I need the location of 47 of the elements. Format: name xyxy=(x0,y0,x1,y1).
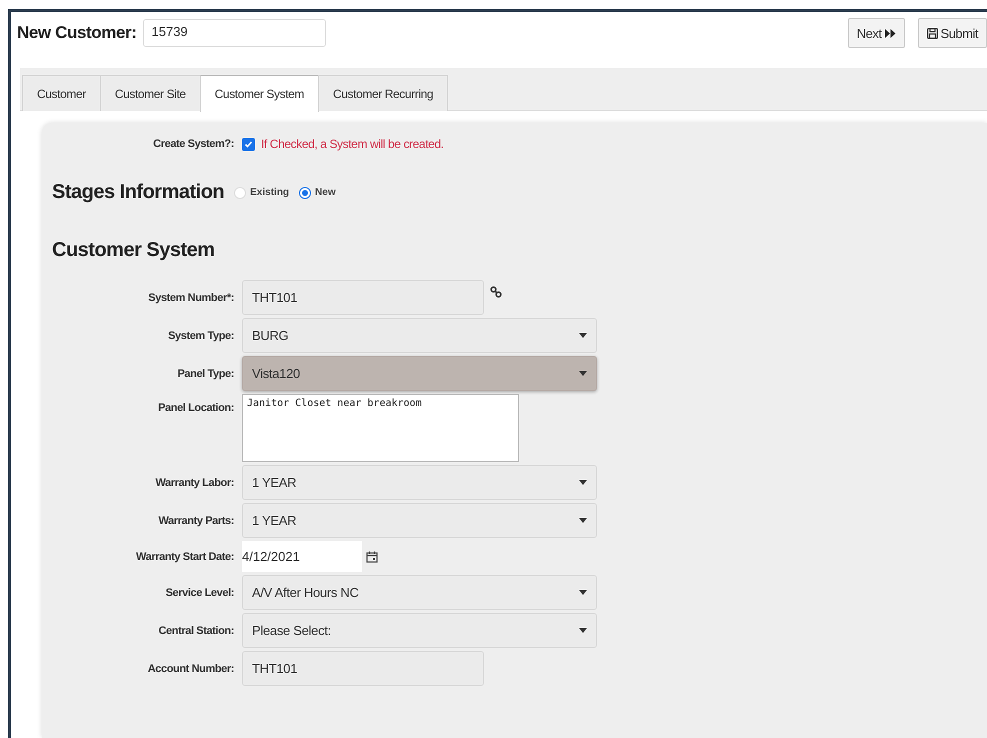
input-field[interactable]: THT101 xyxy=(242,280,484,315)
caret-icon xyxy=(579,480,587,485)
field-label: Warranty Labor: xyxy=(154,476,235,488)
next-button[interactable]: Next xyxy=(848,18,905,48)
text-area[interactable]: Janitor Closet near breakroom xyxy=(242,394,519,462)
caret-icon xyxy=(579,333,587,338)
tab[interactable]: Customer xyxy=(22,75,101,111)
page-title: New Customer: xyxy=(17,23,136,43)
field-label: System Type: xyxy=(167,330,235,342)
field-label: Account Number: xyxy=(146,662,235,674)
caret-icon xyxy=(579,628,587,633)
date-field[interactable]: 4/12/2021 xyxy=(242,541,362,572)
field-label: Service Level: xyxy=(164,586,235,598)
calendar-icon[interactable] xyxy=(366,550,378,562)
field-label: Central Station: xyxy=(158,624,235,636)
caret-icon xyxy=(579,518,587,523)
select-field[interactable]: 1 YEAR xyxy=(242,503,597,538)
radio-label: Existing xyxy=(250,187,290,198)
submit-button[interactable]: Submit xyxy=(918,18,987,48)
radio-label: New xyxy=(315,187,336,198)
fast-forward-icon xyxy=(884,28,896,38)
select-field[interactable]: Vista120 xyxy=(242,356,597,391)
check-icon xyxy=(244,140,253,148)
field-label: Panel Type: xyxy=(176,368,235,380)
select-field[interactable]: BURG xyxy=(242,318,597,353)
customer-number-field[interactable]: 15739 xyxy=(142,19,326,47)
tab[interactable]: Customer Recurring xyxy=(318,75,448,111)
select-field[interactable]: 1 YEAR xyxy=(242,465,597,500)
caret-icon xyxy=(579,371,587,376)
save-icon xyxy=(926,28,938,38)
caret-icon xyxy=(579,590,587,595)
checkbox-note: If Checked, a System will be created. xyxy=(261,137,444,151)
field-label: Create System?: xyxy=(152,138,235,150)
checkbox[interactable] xyxy=(242,138,255,150)
field-label: Warranty Start Date: xyxy=(135,550,235,562)
field-label: Warranty Parts: xyxy=(157,514,235,526)
radio-button[interactable] xyxy=(299,186,312,198)
select-field[interactable]: Please Select: xyxy=(242,613,597,648)
field-label: System Number*: xyxy=(147,292,235,304)
input-field[interactable]: THT101 xyxy=(242,651,484,686)
tab[interactable]: Customer System xyxy=(200,75,320,112)
select-field[interactable]: A/V After Hours NC xyxy=(242,575,597,610)
section-heading: Stages Information xyxy=(52,181,224,204)
tab[interactable]: Customer Site xyxy=(100,75,201,111)
link-icon[interactable] xyxy=(490,286,502,298)
field-label: Panel Location: xyxy=(157,402,235,414)
section-heading: Customer System xyxy=(52,239,215,262)
